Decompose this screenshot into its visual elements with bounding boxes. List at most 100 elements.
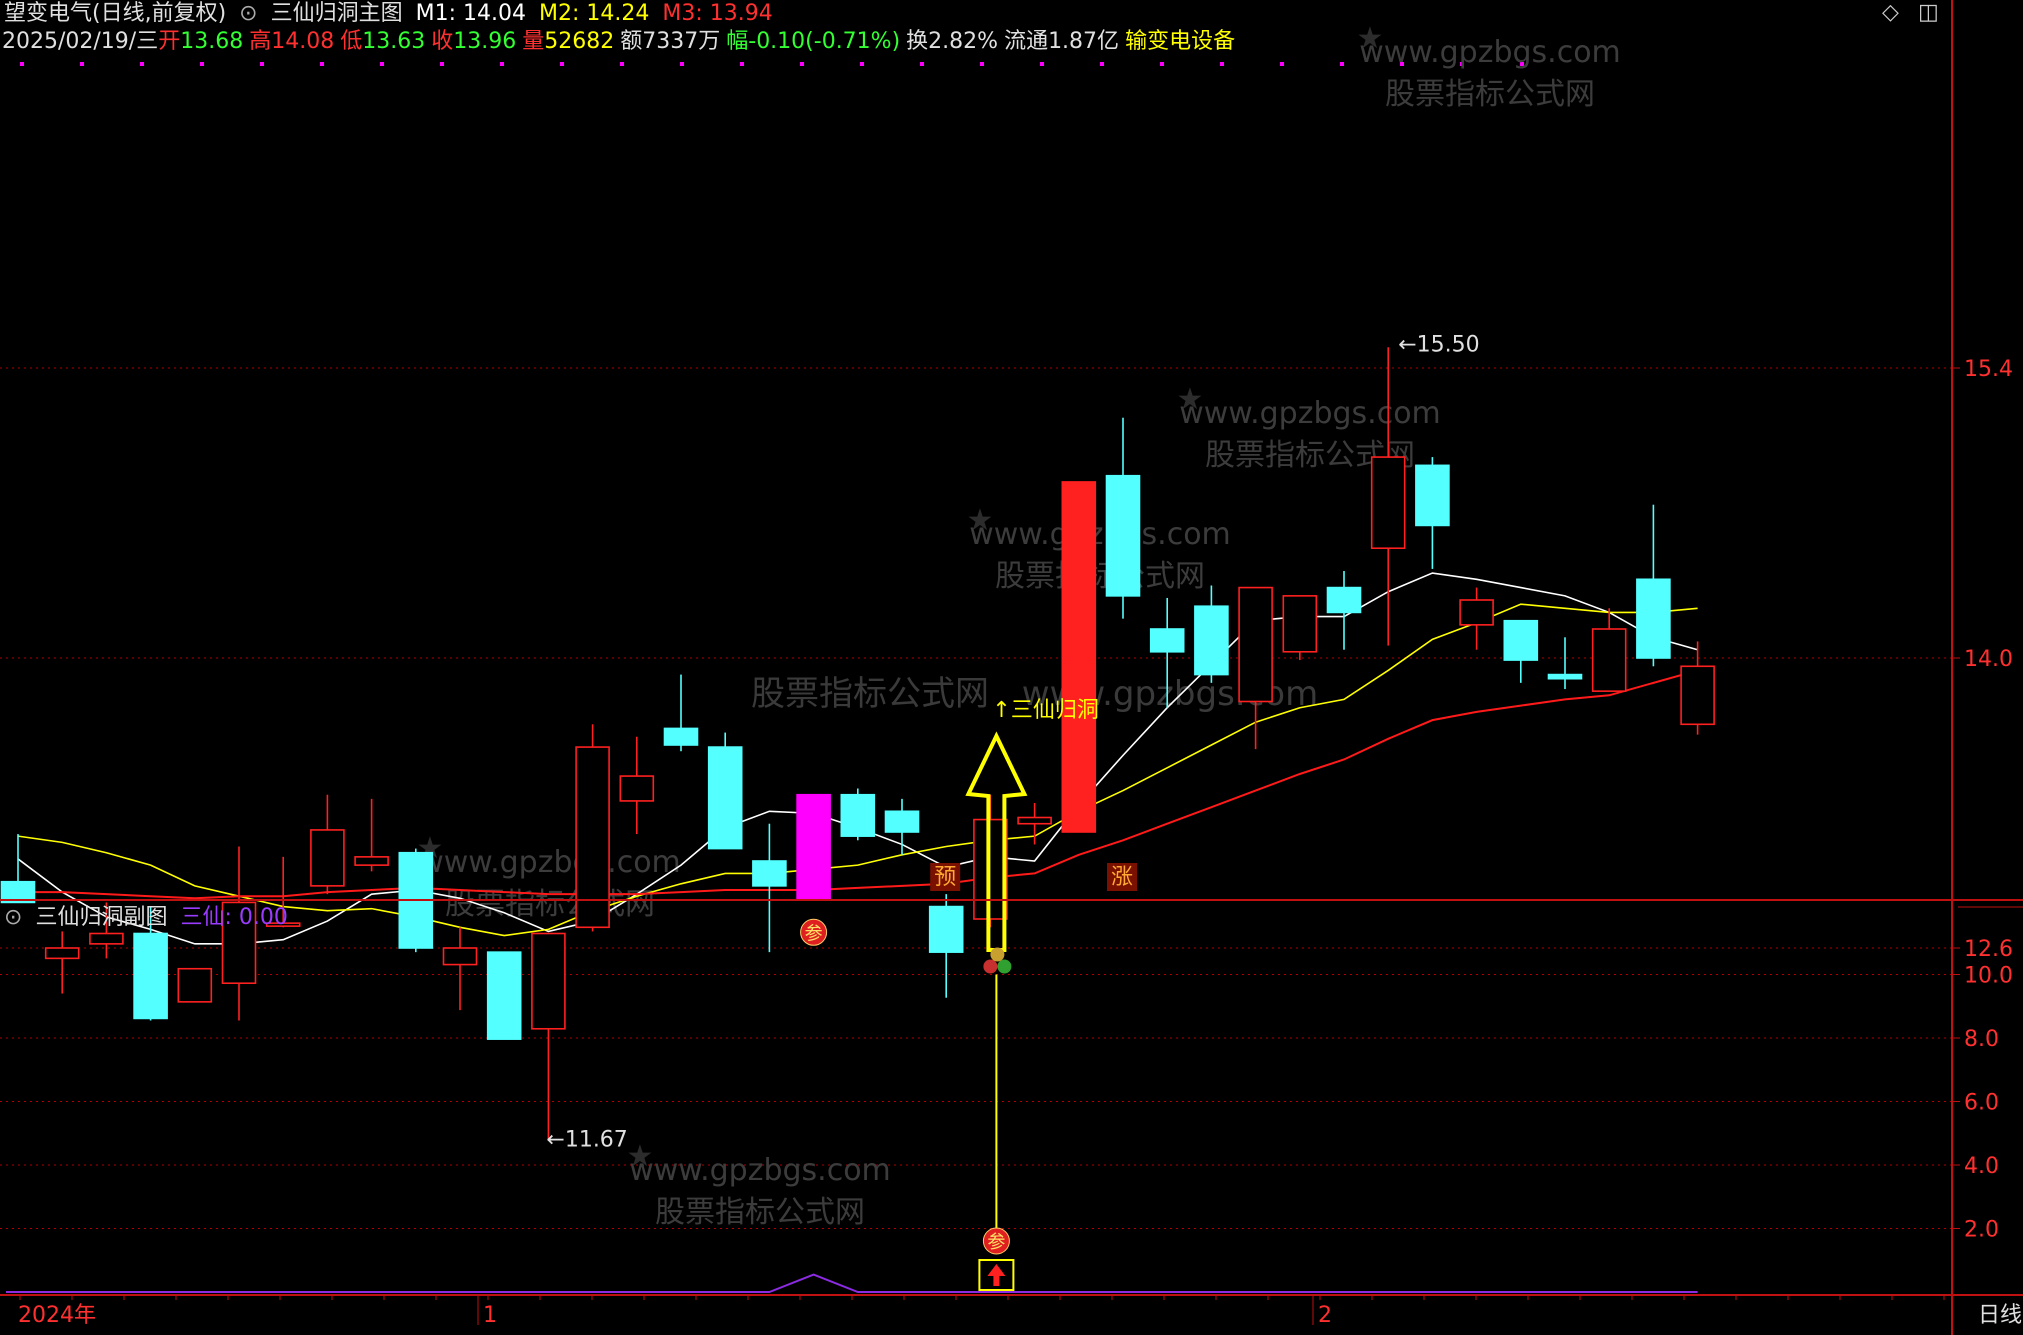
candle-body xyxy=(89,932,124,945)
candle-body xyxy=(1591,628,1627,692)
watermark-url: www.gpzbgs.com xyxy=(1179,396,1441,431)
time-axis-month-1: 1 xyxy=(483,1303,497,1328)
candle xyxy=(486,951,522,1040)
candle xyxy=(1370,347,1406,646)
top-tick-dot xyxy=(980,62,984,66)
top-tick-dot xyxy=(920,62,924,66)
candle-body xyxy=(133,932,168,1020)
candle xyxy=(442,927,478,1011)
candle xyxy=(707,732,743,850)
candle-body xyxy=(1503,619,1539,661)
high-price-marker: ←15.50 xyxy=(1398,332,1479,357)
candle xyxy=(1282,595,1318,661)
time-axis-start: 2024年 xyxy=(18,1303,96,1328)
candle xyxy=(531,932,566,1141)
candle-body xyxy=(442,947,478,966)
candle-body xyxy=(928,905,964,953)
indicator-main-name[interactable]: 三仙归洞主图 xyxy=(271,1,403,26)
candle-body xyxy=(1680,665,1715,726)
close-value: 13.96 xyxy=(453,29,517,54)
main-header: 望变电气(日线,前复权) ⊙ 三仙归洞主图 M1: 14.04 M2: 14.2… xyxy=(4,0,779,28)
candle xyxy=(44,931,80,994)
candle-body xyxy=(619,775,655,802)
watermark-star-icon: ★ xyxy=(967,503,994,538)
change-label: 幅 xyxy=(726,29,749,54)
candle-body xyxy=(1282,595,1318,653)
candle xyxy=(1636,504,1671,667)
chevron-down-icon[interactable]: ⊙ xyxy=(239,1,257,26)
candle xyxy=(1105,417,1141,619)
candle-body xyxy=(177,967,213,1003)
volume-value: 52682 xyxy=(544,29,615,54)
volume-label: 量 xyxy=(522,29,545,54)
candle-body xyxy=(1459,599,1494,626)
ball-gold-icon xyxy=(990,947,1005,962)
stock-chart[interactable]: www.gpzbgs.com股票指标公式网★www.gpzbgs.com股票指标… xyxy=(0,0,2023,1335)
top-tick-dot xyxy=(740,62,744,66)
low-label: 低 xyxy=(340,29,363,54)
candle-body xyxy=(796,793,831,900)
low-price-marker: ←11.67 xyxy=(546,1128,627,1153)
turnover-value: 换2.82% xyxy=(906,29,999,54)
candle-body xyxy=(884,810,920,833)
stock-title[interactable]: 望变电气(日线,前复权) xyxy=(4,1,226,26)
top-tick-dot xyxy=(1160,62,1164,66)
candle-body xyxy=(840,793,876,837)
watermark-url: www.gpzbgs.com xyxy=(629,1153,891,1188)
y-tick-label: 12.6 xyxy=(1964,937,2013,962)
top-tick-dot xyxy=(1340,62,1344,66)
candle xyxy=(1238,586,1273,750)
candle-body xyxy=(486,951,522,1040)
candle xyxy=(1194,585,1229,683)
candle-body xyxy=(1636,578,1671,659)
candle xyxy=(177,967,213,1003)
candle xyxy=(840,788,876,841)
top-tick-dot xyxy=(1040,62,1044,66)
candle-body xyxy=(1370,456,1406,550)
candle xyxy=(221,846,257,1021)
top-tick-dot xyxy=(380,62,384,66)
can-badge-text: 参 xyxy=(987,1232,1005,1253)
candle xyxy=(752,823,787,953)
watermark-star-icon: ★ xyxy=(1357,21,1384,56)
top-tick-dot xyxy=(20,62,24,66)
sanxian-line xyxy=(6,1273,1698,1293)
candle xyxy=(1415,457,1450,569)
candle-body xyxy=(1326,586,1362,614)
amount-value: 额7337万 xyxy=(620,29,721,54)
candle xyxy=(1459,587,1494,650)
m2-value: M2: 14.24 xyxy=(539,1,650,26)
change-value: -0.10(-0.71%) xyxy=(748,29,901,54)
y-tick-label: 4.0 xyxy=(1964,1154,1999,1179)
top-tick-dot xyxy=(800,62,804,66)
time-axis-month-2: 2 xyxy=(1318,1303,1332,1328)
m3-value: M3: 13.94 xyxy=(662,1,773,26)
m1-value: M1: 14.04 xyxy=(415,1,526,26)
sector-value[interactable]: 输变电设备 xyxy=(1125,29,1235,54)
open-value: 13.68 xyxy=(180,29,244,54)
candle-body xyxy=(1415,464,1450,527)
period-label[interactable]: 日线 xyxy=(1978,1302,2022,1330)
candle xyxy=(1503,619,1539,683)
panel-toggle-icon[interactable]: ◫ xyxy=(1918,0,1939,25)
chevron-down-icon[interactable]: ⊙ xyxy=(4,905,22,930)
candle-body xyxy=(310,829,345,887)
open-label: 开 xyxy=(158,29,181,54)
y-tick-label: 10.0 xyxy=(1964,964,2013,989)
sanxian-value: 三仙: 0.00 xyxy=(180,905,288,930)
candle-body xyxy=(1105,474,1141,597)
candle xyxy=(884,798,920,855)
top-tick-dot xyxy=(560,62,564,66)
diamond-icon[interactable]: ◇ xyxy=(1882,0,1899,25)
top-tick-dot xyxy=(500,62,504,66)
high-value: 14.08 xyxy=(271,29,335,54)
top-tick-dot xyxy=(440,62,444,66)
candle xyxy=(354,798,389,872)
low-value: 13.63 xyxy=(362,29,426,54)
indicator-sub-name[interactable]: 三仙归洞副图 xyxy=(35,905,167,930)
close-label: 收 xyxy=(431,29,454,54)
top-tick-dot xyxy=(320,62,324,66)
candle-body xyxy=(531,932,566,1030)
watermark-name: 股票指标公式网 xyxy=(1385,77,1595,112)
candle xyxy=(1547,637,1583,690)
